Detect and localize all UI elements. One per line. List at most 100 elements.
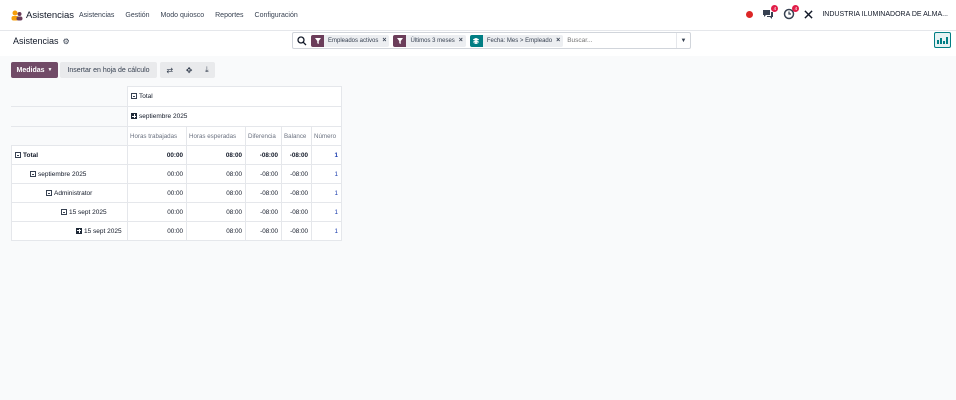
search-icon[interactable] bbox=[297, 35, 307, 46]
cell-value[interactable]: 00:00 bbox=[127, 221, 187, 241]
close-icon[interactable]: × bbox=[382, 37, 389, 44]
cell-value[interactable]: -08:00 bbox=[281, 164, 312, 184]
cell-value[interactable]: 00:00 bbox=[127, 145, 187, 165]
cell-value[interactable]: 08:00 bbox=[186, 202, 246, 222]
activities-badge: 4 bbox=[792, 5, 800, 12]
cell-value[interactable]: 08:00 bbox=[186, 164, 246, 184]
col-header-label: Total bbox=[139, 93, 153, 100]
measure-header[interactable]: Horas trabajadas bbox=[127, 126, 187, 146]
expand-icon bbox=[76, 227, 82, 234]
pivot-view-switch-button[interactable] bbox=[934, 32, 951, 48]
flip-axis-icon[interactable]: ⇄ bbox=[166, 66, 173, 75]
close-icon[interactable]: × bbox=[459, 37, 466, 44]
row-header[interactable]: Total bbox=[11, 145, 128, 165]
cell-value[interactable]: -08:00 bbox=[245, 202, 282, 222]
facet-label: Fecha: Mes > Empleado bbox=[486, 37, 553, 44]
row-header[interactable]: septiembre 2025 bbox=[11, 164, 128, 184]
table-row: 15 sept 2025 00:00 08:00 -08:00 -08:00 1 bbox=[11, 221, 342, 241]
pivot-corner bbox=[11, 106, 128, 127]
activities-clock-icon[interactable]: 4 bbox=[783, 5, 800, 20]
cell-value[interactable]: -08:00 bbox=[245, 145, 282, 165]
cell-value[interactable]: 1 bbox=[311, 145, 342, 165]
insert-in-spreadsheet-button[interactable]: Insertar en hoja de cálculo bbox=[60, 62, 157, 78]
caret-down-icon: ▼ bbox=[47, 67, 53, 73]
row-header[interactable]: 15 sept 2025 bbox=[11, 202, 128, 222]
measure-header[interactable]: Balance bbox=[281, 126, 312, 146]
pivot-col-header-month[interactable]: septiembre 2025 bbox=[127, 106, 342, 127]
collapse-icon bbox=[46, 189, 52, 196]
cell-value[interactable]: 1 bbox=[311, 164, 342, 184]
collapse-icon bbox=[61, 208, 67, 215]
facet-filter-last-3-months: Últimos 3 meses × bbox=[393, 34, 466, 47]
attendance-app-icon[interactable] bbox=[11, 10, 23, 21]
row-header[interactable]: Administrator bbox=[11, 183, 128, 203]
measures-dropdown-button[interactable]: Medidas ▼ bbox=[11, 62, 58, 78]
collapse-icon bbox=[30, 170, 36, 177]
facet-label: Últimos 3 meses bbox=[410, 37, 455, 44]
expand-all-icon[interactable]: ✥ bbox=[186, 66, 193, 75]
main-menu: Asistencias Gestión Modo quiosco Reporte… bbox=[79, 12, 298, 19]
cell-value[interactable]: -08:00 bbox=[281, 145, 312, 165]
cell-value[interactable]: 00:00 bbox=[127, 202, 187, 222]
facet-label: Empleados activos bbox=[328, 37, 379, 44]
row-header-label: Administrator bbox=[54, 189, 93, 197]
pivot-corner bbox=[11, 86, 128, 107]
cell-value[interactable]: -08:00 bbox=[281, 221, 312, 241]
measure-header[interactable]: Número bbox=[311, 126, 342, 146]
cell-value[interactable]: -08:00 bbox=[281, 183, 312, 203]
facet-groupby-date-employee: Fecha: Mes > Empleado × bbox=[469, 34, 564, 47]
filter-icon bbox=[393, 34, 407, 47]
measure-header[interactable]: Diferencia bbox=[245, 126, 282, 146]
pivot-corner bbox=[11, 126, 128, 146]
pivot-tools: ⇄ ✥ ⤓ bbox=[160, 62, 215, 78]
tools-icon[interactable] bbox=[804, 9, 813, 19]
insert-label: Insertar en hoja de cálculo bbox=[67, 66, 150, 74]
company-switcher[interactable]: INDUSTRIA ILUMINADORA DE ALMA... bbox=[822, 11, 948, 18]
top-navbar: Asistencias Asistencias Gestión Modo qui… bbox=[0, 0, 956, 31]
menu-item-configuracion[interactable]: Configuración bbox=[255, 12, 298, 19]
cell-value[interactable]: -08:00 bbox=[281, 202, 312, 222]
navbar-systray: 4 4 INDUSTRIA ILUMINADORA DE ALMA... bbox=[746, 5, 948, 20]
close-icon[interactable]: × bbox=[556, 37, 563, 44]
cell-value[interactable]: 1 bbox=[311, 221, 342, 241]
messages-icon[interactable]: 4 bbox=[762, 5, 779, 20]
facet-filter-active-employees: Empleados activos × bbox=[311, 34, 390, 47]
search-options-chevron-down-icon[interactable]: ▼ bbox=[676, 33, 690, 48]
collapse-icon bbox=[15, 151, 21, 158]
cell-value[interactable]: 00:00 bbox=[127, 164, 187, 184]
cell-value[interactable]: 1 bbox=[311, 202, 342, 222]
page-title[interactable]: Asistencias bbox=[13, 36, 59, 46]
status-dot-icon[interactable] bbox=[746, 10, 754, 18]
cell-value[interactable]: 08:00 bbox=[186, 221, 246, 241]
menu-item-gestion[interactable]: Gestión bbox=[125, 12, 149, 19]
cell-value[interactable]: -08:00 bbox=[245, 164, 282, 184]
row-header-label: 15 sept 2025 bbox=[84, 227, 122, 235]
cell-value[interactable]: 00:00 bbox=[127, 183, 187, 203]
layers-icon bbox=[469, 34, 483, 47]
messages-badge: 4 bbox=[771, 5, 779, 12]
menu-item-asistencias[interactable]: Asistencias bbox=[79, 12, 114, 19]
app-name[interactable]: Asistencias bbox=[26, 10, 74, 21]
col-header-label: septiembre 2025 bbox=[139, 113, 188, 120]
cell-value[interactable]: 1 bbox=[311, 183, 342, 203]
menu-item-modo-quiosco[interactable]: Modo quiosco bbox=[161, 12, 205, 19]
cell-value[interactable]: -08:00 bbox=[245, 183, 282, 203]
table-row: 15 sept 2025 00:00 08:00 -08:00 -08:00 1 bbox=[11, 202, 342, 222]
table-row: septiembre 2025 00:00 08:00 -08:00 -08:0… bbox=[11, 164, 342, 184]
measures-label: Medidas bbox=[16, 66, 45, 74]
pivot-col-header-total[interactable]: Total bbox=[127, 86, 342, 107]
measure-header[interactable]: Horas esperadas bbox=[186, 126, 246, 146]
cell-value[interactable]: 08:00 bbox=[186, 145, 246, 165]
search-input[interactable] bbox=[567, 37, 648, 44]
row-header[interactable]: 15 sept 2025 bbox=[11, 221, 128, 241]
filter-icon bbox=[311, 34, 324, 47]
cell-value[interactable]: -08:00 bbox=[245, 221, 282, 241]
collapse-icon bbox=[131, 93, 137, 100]
gear-icon[interactable]: ⚙ bbox=[63, 37, 70, 46]
table-row: Total 00:00 08:00 -08:00 -08:00 1 bbox=[11, 145, 342, 165]
row-header-label: septiembre 2025 bbox=[38, 170, 87, 178]
download-icon[interactable]: ⤓ bbox=[205, 65, 209, 75]
table-row: Administrator 00:00 08:00 -08:00 -08:00 … bbox=[11, 183, 342, 203]
menu-item-reportes[interactable]: Reportes bbox=[215, 12, 243, 19]
cell-value[interactable]: 08:00 bbox=[186, 183, 246, 203]
